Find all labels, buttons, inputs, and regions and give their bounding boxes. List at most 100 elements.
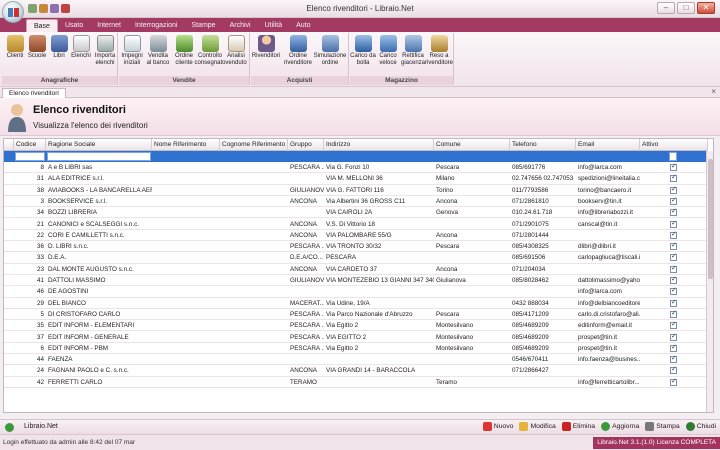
group-magazzino: Carico da bolla Carico veloce Rettifica … bbox=[350, 33, 454, 85]
col-email[interactable]: Email bbox=[576, 139, 640, 151]
table-row[interactable]: 21 CANONICI e SCALSEGGI s.n.c. ANCONA V.S. … bbox=[4, 219, 708, 230]
attivo-checkbox[interactable] bbox=[670, 219, 677, 228]
cell-gruppo bbox=[288, 286, 324, 297]
rivenditori-button[interactable]: Rivenditori bbox=[252, 35, 280, 60]
aggiorna-button[interactable]: Aggiorna bbox=[601, 422, 639, 431]
attivo-checkbox[interactable] bbox=[670, 207, 677, 217]
carico-veloce-button[interactable]: Carico veloce bbox=[375, 35, 401, 66]
attivo-checkbox[interactable] bbox=[670, 354, 677, 364]
maximize-button[interactable]: □ bbox=[677, 2, 695, 14]
table-row[interactable]: 33 D.E.A. D.E.A/CO... PESCARA 085/691506 carl… bbox=[4, 252, 708, 264]
attivo-checkbox[interactable] bbox=[670, 185, 677, 194]
table-row[interactable]: 42 FERRETTI CARLO TERAMO Teramo info@ferrett… bbox=[4, 377, 708, 388]
minimize-button[interactable]: – bbox=[657, 2, 675, 14]
table-row[interactable]: 8 A e B LIBRI sas PESCARA ... Via G. Fonzi … bbox=[4, 162, 708, 174]
elenchi-button[interactable]: Elenchi bbox=[68, 35, 94, 60]
simulazione-ordine-button[interactable]: Simulazione ordine bbox=[314, 35, 346, 66]
delete-icon bbox=[561, 422, 571, 431]
nuovo-button[interactable]: Nuovo bbox=[482, 422, 513, 431]
rettifica-giacenza-button[interactable]: Rettifica giacenza bbox=[400, 35, 426, 66]
controllo-consegnato-button[interactable]: Controllo consegnato bbox=[194, 35, 226, 66]
vendita-al-banco-button[interactable]: Vendita al banco bbox=[145, 35, 171, 66]
app-menu-button[interactable] bbox=[2, 1, 24, 23]
impegni-iniziali-button[interactable]: Impegni iniziali bbox=[119, 35, 145, 66]
table-row[interactable]: 22 CORI E CAMILLETTI s.n.c. ANCONA VIA PALO… bbox=[4, 230, 708, 242]
cell-email: info@delbiancoeditore.it bbox=[578, 299, 640, 307]
attivo-checkbox[interactable] bbox=[670, 377, 677, 386]
carico-da-bolla-button[interactable]: Carico da bolla bbox=[350, 35, 376, 66]
reseller-icon bbox=[257, 35, 275, 52]
table-row[interactable]: 34 BOZZI LIBRERIA VIA CAIROLI 2A Genova 010.… bbox=[4, 207, 708, 219]
table-row[interactable]: 46 DE AGOSTINI info@larca.com bbox=[4, 286, 708, 298]
tab-interrogazioni[interactable]: Interrogazioni bbox=[128, 19, 184, 32]
tab-base[interactable]: Base bbox=[26, 19, 58, 32]
ordine-rivenditore-button[interactable]: Ordine rivenditore bbox=[284, 35, 312, 66]
attivo-checkbox[interactable] bbox=[670, 241, 677, 251]
close-window-button[interactable]: ✕ bbox=[697, 2, 715, 14]
attivo-checkbox[interactable] bbox=[670, 343, 677, 352]
col-comune[interactable]: Comune bbox=[434, 139, 510, 151]
reso-a-rivenditore-button[interactable]: Reso a rivenditore bbox=[425, 35, 453, 66]
col-indirizzo[interactable]: Indirizzo bbox=[324, 139, 434, 151]
modifica-button[interactable]: Modifica bbox=[519, 422, 556, 431]
attivo-checkbox[interactable] bbox=[670, 275, 677, 284]
table-row[interactable]: 38 AVIABOOKS - LA BANCARELLA AEREO... GIUL… bbox=[4, 185, 708, 196]
attivo-checkbox[interactable] bbox=[670, 230, 677, 239]
table-row[interactable]: 23 DAL MONTE AUGUSTO s.n.c. ANCONA VIA CARD… bbox=[4, 264, 708, 275]
cell-ragione: BOZZI LIBRERIA bbox=[48, 209, 97, 217]
importa-elenchi-button[interactable]: Importa elenchi bbox=[92, 35, 118, 66]
table-row[interactable]: 35 EDIT INFORM - ELEMENTARI PESCARA ... Via… bbox=[4, 320, 708, 332]
status-bar: Login effettuato da admin alle 8:42 del … bbox=[0, 434, 720, 450]
filter-ragione-sociale[interactable] bbox=[47, 152, 151, 161]
filter-codice[interactable] bbox=[15, 152, 45, 161]
table-row[interactable]: 6 EDIT INFORM - PBM PESCARA ... Via Egitto … bbox=[4, 343, 708, 355]
attivo-checkbox[interactable] bbox=[670, 309, 677, 318]
col-nome-riferimento[interactable]: Nome Riferimento bbox=[152, 139, 220, 151]
attivo-checkbox[interactable] bbox=[670, 162, 677, 171]
table-row[interactable]: 3 BOOKSERVICE s.r.l. ANCONA Via Albertini 3… bbox=[4, 196, 708, 208]
attivo-checkbox[interactable] bbox=[670, 332, 677, 341]
elimina-button[interactable]: Elimina bbox=[561, 422, 595, 431]
table-row[interactable]: 41 DATTOLI MASSIMO GIULIANOVAVIA MONTEZEBI… bbox=[4, 275, 708, 287]
col-attivo[interactable]: Attivo bbox=[640, 139, 708, 151]
scrollbar-thumb[interactable] bbox=[708, 159, 713, 279]
col-ragione-sociale[interactable]: Ragione Sociale bbox=[46, 139, 152, 151]
tab-internet[interactable]: Internet bbox=[90, 19, 128, 32]
ordine-cliente-button[interactable]: Ordine cliente bbox=[171, 35, 197, 66]
attivo-checkbox[interactable] bbox=[670, 298, 677, 307]
cell-ragione: FAGNANI PAOLO e C. s.n.c. bbox=[48, 367, 129, 375]
filter-attivo[interactable] bbox=[669, 152, 677, 161]
attivo-checkbox[interactable] bbox=[670, 365, 677, 375]
chiudi-button[interactable]: Chiudi bbox=[685, 422, 716, 431]
stampa-button[interactable]: Stampa bbox=[645, 422, 680, 431]
document-tab[interactable]: Elenco rivenditori bbox=[2, 88, 66, 98]
tab-utilita[interactable]: Utilità bbox=[258, 19, 290, 32]
col-gruppo[interactable]: Gruppo bbox=[288, 139, 324, 151]
grid-scrollbar[interactable] bbox=[706, 151, 713, 412]
page-subtitle: Visualizza l'elenco dei rivenditori bbox=[33, 121, 148, 130]
cell-comune: Teramo bbox=[436, 378, 457, 386]
attivo-checkbox[interactable] bbox=[670, 252, 677, 262]
tab-archivi[interactable]: Archivi bbox=[223, 19, 258, 32]
table-row[interactable]: 31 ALA EDITRICE s.r.l. VIA M. MELLONI 36 Mi… bbox=[4, 173, 708, 185]
close-document-icon[interactable]: × bbox=[711, 87, 716, 96]
col-codice[interactable]: Codice bbox=[14, 139, 46, 151]
analisi-venduto-button[interactable]: Analisi venduto bbox=[223, 35, 249, 66]
attivo-checkbox[interactable] bbox=[670, 286, 677, 296]
table-row[interactable]: 36 D. LIBRI s.n.c. PESCARA ... VIA TRONTO 3… bbox=[4, 241, 708, 253]
cell-gruppo: PESCARA ... bbox=[290, 243, 324, 251]
attivo-checkbox[interactable] bbox=[670, 173, 677, 183]
tab-stampe[interactable]: Stampe bbox=[184, 19, 222, 32]
col-cognome-riferimento[interactable]: Cognome Riferimento bbox=[220, 139, 288, 151]
table-row[interactable]: 44 FAENZA 0546/670411 info.faenza@busines..… bbox=[4, 354, 708, 366]
col-telefono[interactable]: Telefono bbox=[510, 139, 576, 151]
table-row[interactable]: 24 FAGNANI PAOLO e C. s.n.c. ANCONA VIA GRA… bbox=[4, 365, 708, 377]
table-row[interactable]: 29 DEL BIANCO MACERAT... Via Udine, 19/A 043… bbox=[4, 298, 708, 309]
tab-auto[interactable]: Auto bbox=[289, 19, 317, 32]
tab-usato[interactable]: Usato bbox=[58, 19, 90, 32]
attivo-checkbox[interactable] bbox=[670, 320, 677, 330]
table-row[interactable]: 5 DI CRISTOFARO CARLO PESCARA ... Via Parco… bbox=[4, 309, 708, 321]
table-row[interactable]: 37 EDIT INFORM - GENERALE PESCARA ... VIA E… bbox=[4, 332, 708, 343]
attivo-checkbox[interactable] bbox=[670, 196, 677, 205]
attivo-checkbox[interactable] bbox=[670, 264, 677, 273]
